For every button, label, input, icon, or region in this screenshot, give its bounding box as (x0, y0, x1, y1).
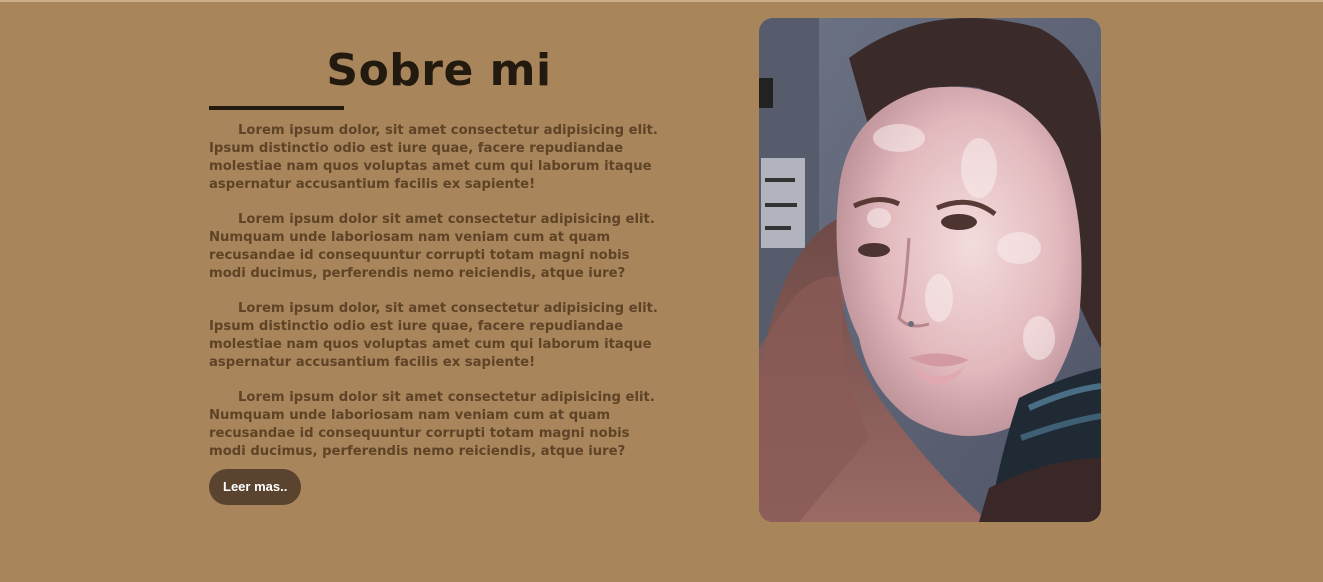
about-paragraph-3: Lorem ipsum dolor, sit amet consectetur … (209, 301, 658, 370)
section-title: Sobre mi (326, 45, 552, 96)
about-paragraph-2: Lorem ipsum dolor sit amet consectetur a… (209, 212, 655, 281)
title-underline (209, 106, 344, 110)
read-more-button[interactable]: Leer mas.. (209, 469, 302, 505)
profile-photo (759, 18, 1101, 522)
about-paragraph-1: Lorem ipsum dolor, sit amet consectetur … (209, 123, 658, 192)
about-paragraph-4: Lorem ipsum dolor sit amet consectetur a… (209, 390, 655, 459)
top-border (0, 0, 1323, 2)
about-section: Sobre mi Lorem ipsum dolor, sit amet con… (209, 40, 669, 505)
